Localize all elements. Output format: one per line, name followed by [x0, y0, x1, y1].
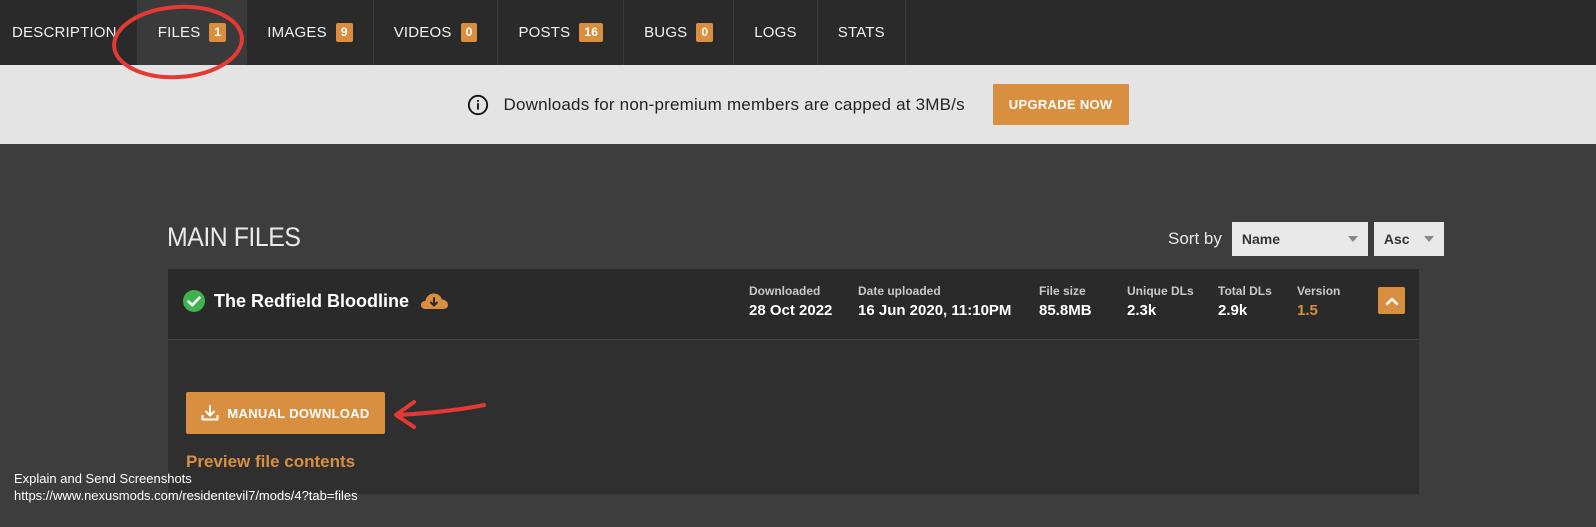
tab-videos[interactable]: VIDEOS 0 — [374, 0, 499, 65]
stat-date-uploaded: Date uploaded 16 Jun 2020, 11:10PM — [858, 284, 1011, 319]
stat-value: 2.9k — [1218, 302, 1248, 319]
section-title: MAIN FILES — [167, 222, 301, 252]
stat-downloaded: Downloaded 28 Oct 2022 — [749, 284, 832, 319]
stat-value: 85.8MB — [1039, 302, 1092, 319]
file-title: The Redfield Bloodline — [182, 289, 449, 313]
count-badge: 1 — [209, 23, 227, 42]
cloud-download-icon — [420, 293, 449, 309]
sort-order-value: Asc — [1383, 231, 1410, 247]
tab-label: BUGS — [644, 24, 688, 41]
stat-file-size: File size 85.8MB — [1039, 284, 1092, 319]
stat-key: Version — [1297, 284, 1341, 298]
tab-label: STATS — [837, 24, 885, 41]
stat-key: Unique DLs — [1127, 284, 1194, 298]
info-icon — [468, 94, 489, 115]
chevron-up-icon — [1385, 297, 1398, 305]
stat-total-dls: Total DLs 2.9k — [1218, 284, 1272, 319]
tab-description[interactable]: DESCRIPTION — [0, 0, 138, 65]
stat-value: 28 Oct 2022 — [749, 302, 833, 319]
preview-file-contents-link[interactable]: Preview file contents — [186, 452, 355, 472]
banner-message: Downloads for non-premium members are ca… — [503, 94, 965, 114]
sort-field-select[interactable]: Name — [1231, 222, 1368, 256]
tab-label: LOGS — [754, 24, 797, 41]
tab-label: FILES — [157, 24, 201, 41]
sort-field-value: Name — [1241, 231, 1280, 247]
tab-bugs[interactable]: BUGS 0 — [624, 0, 735, 65]
upgrade-now-button[interactable]: UPGRADE NOW — [992, 84, 1129, 125]
stat-key: File size — [1039, 284, 1086, 298]
download-cap-banner: Downloads for non-premium members are ca… — [0, 65, 1596, 144]
sort-controls: Sort by Name Asc — [1168, 222, 1444, 256]
stat-value: 1.5 — [1297, 302, 1318, 319]
tab-files[interactable]: FILES 1 — [137, 0, 248, 65]
sort-label: Sort by — [1168, 229, 1222, 248]
check-icon — [183, 290, 205, 312]
tab-label: POSTS — [518, 24, 571, 41]
stat-key: Total DLs — [1218, 284, 1272, 298]
tab-label: DESCRIPTION — [12, 24, 117, 41]
manual-download-label: MANUAL DOWNLOAD — [227, 405, 370, 421]
sort-order-select[interactable]: Asc — [1373, 222, 1444, 256]
stat-value: 2.3k — [1127, 302, 1157, 319]
count-badge: 16 — [579, 23, 604, 42]
download-icon — [201, 405, 219, 421]
stat-key: Date uploaded — [858, 284, 941, 298]
stat-value: 16 Jun 2020, 11:10PM — [858, 302, 1012, 319]
stat-key: Downloaded — [749, 284, 821, 298]
caption-line: Explain and Send Screenshots — [14, 471, 192, 486]
chevron-down-icon — [1423, 236, 1434, 242]
count-badge: 9 — [335, 23, 353, 42]
tab-label: IMAGES — [267, 24, 327, 41]
tab-posts[interactable]: POSTS 16 — [498, 0, 625, 65]
tab-label: VIDEOS — [393, 24, 452, 41]
caption-url: https://www.nexusmods.com/residentevil7/… — [14, 488, 358, 503]
count-badge: 0 — [460, 23, 478, 42]
mod-tab-bar: DESCRIPTION FILES 1 IMAGES 9 VIDEOS 0 PO… — [0, 0, 1596, 65]
chevron-down-icon — [1347, 236, 1358, 242]
stat-version: Version 1.5 — [1297, 284, 1340, 319]
tab-images[interactable]: IMAGES 9 — [247, 0, 374, 65]
collapse-toggle-button[interactable] — [1378, 287, 1405, 314]
manual-download-button[interactable]: MANUAL DOWNLOAD — [186, 392, 385, 434]
tab-stats[interactable]: STATS — [818, 0, 906, 65]
screenshot-caption: Explain and Send Screenshots https://www… — [14, 470, 358, 504]
file-row-header[interactable]: The Redfield Bloodline Downloaded 28 Oct… — [168, 269, 1419, 339]
tab-logs[interactable]: LOGS — [734, 0, 818, 65]
stat-unique-dls: Unique DLs 2.3k — [1127, 284, 1194, 319]
file-name: The Redfield Bloodline — [214, 290, 410, 311]
count-badge: 0 — [696, 23, 714, 42]
